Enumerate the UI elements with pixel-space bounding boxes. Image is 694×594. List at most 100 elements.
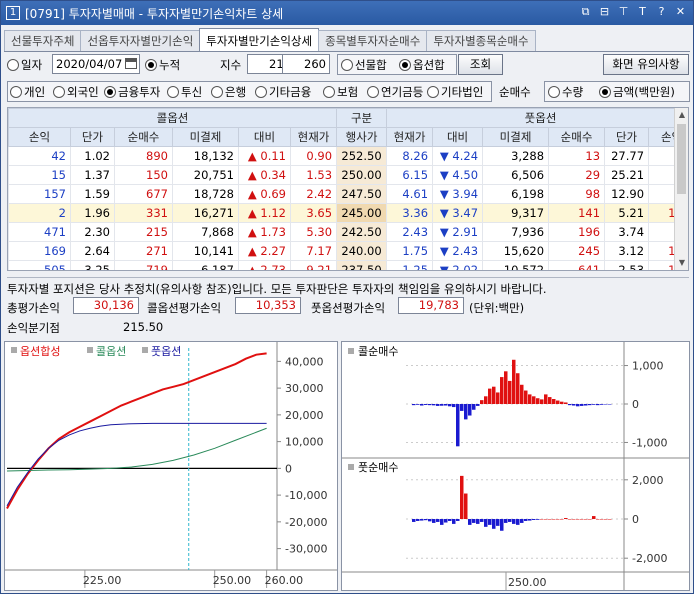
down-arrow-icon: ▼: [439, 187, 449, 201]
bar: [488, 388, 492, 404]
tab-investor-expiry-pnl-detail[interactable]: 투자자별만기손익상세: [199, 28, 320, 51]
investor-radio-other-corp[interactable]: 기타법인: [427, 84, 483, 100]
investor-radio-insurance[interactable]: 보험: [323, 84, 358, 100]
put-pnl-value: 19,783: [398, 297, 464, 314]
investor-row: 개인 외국인 금융투자 투신 은행 기타금융 보험 연기금등 기타법인 순매수 …: [7, 81, 691, 103]
bar: [556, 400, 560, 404]
bar: [424, 404, 428, 405]
call-header: 콜옵션: [8, 108, 338, 128]
cumulative-radio[interactable]: 누적: [145, 57, 180, 73]
table-cell: ▼ 2.43: [432, 241, 484, 261]
calendar-icon[interactable]: [125, 58, 137, 69]
pin-icon[interactable]: ⊤: [617, 5, 630, 19]
x-tick-label: 260.00: [265, 574, 304, 587]
table-cell: ▲ 0.34: [238, 165, 291, 185]
column-header: 현재가: [386, 127, 434, 147]
close-icon[interactable]: ✕: [674, 5, 687, 19]
date-input[interactable]: 2020/04/07: [52, 54, 140, 74]
table-cell: 1.02: [70, 146, 115, 166]
down-arrow-icon: ▼: [439, 149, 449, 163]
qty-radio[interactable]: 수량: [548, 84, 583, 100]
table-row[interactable]: 505 3.25 719 6,187 ▲ 2.73 9.21 237.50 1.25 ▼ 2.0…: [8, 260, 688, 270]
table-cell: ▲ 1.73: [238, 222, 291, 242]
table-row[interactable]: 471 2.30 215 7,868 ▲ 1.73 5.30 242.50 2.43 ▼ 2.9…: [8, 222, 688, 242]
table-scrollbar[interactable]: ▲ ▼: [674, 108, 688, 270]
bar: [500, 377, 504, 404]
tab-option-expiry-pnl[interactable]: 선옵투자자별만기손익: [80, 30, 201, 51]
table-cell: 271: [114, 241, 173, 261]
x-tick-label: 250.00: [508, 576, 547, 589]
breakeven-value: 215.50: [123, 320, 164, 334]
date-radio[interactable]: 일자: [7, 57, 42, 73]
dock-icon[interactable]: ⊟: [598, 5, 611, 19]
amount-radio[interactable]: 금액(백만원): [599, 84, 675, 100]
investor-radio-other-finance[interactable]: 기타금융: [255, 84, 311, 100]
scroll-down-icon[interactable]: ▼: [675, 256, 688, 270]
total-pnl-label: 총평가손익: [7, 301, 60, 315]
table-cell: 890: [114, 146, 173, 166]
table-cell: ▲ 1.12: [238, 203, 291, 223]
y-tick-label: -30,000: [285, 543, 327, 556]
table-cell: 6.15: [386, 165, 434, 185]
column-header: 현재가: [289, 127, 338, 147]
scroll-up-icon[interactable]: ▲: [675, 108, 688, 122]
investor-radio-foreign[interactable]: 외국인: [53, 84, 99, 100]
column-header: 대비: [238, 127, 291, 147]
column-header: 손익: [8, 127, 71, 147]
bar: [536, 398, 540, 404]
panel-title: 콜순매수: [358, 345, 398, 358]
table-row[interactable]: 2 1.96 331 16,271 ▲ 1.12 3.65 245.00 3.36 ▼ 3.47…: [8, 203, 688, 223]
index-to-input[interactable]: 260: [282, 54, 330, 74]
panel-title: 풋순매수: [358, 461, 398, 474]
notice-button[interactable]: 화면 유의사항: [603, 54, 689, 75]
bar: [592, 404, 596, 405]
table-cell: 3.25: [70, 260, 115, 270]
bar: [516, 373, 520, 404]
bar: [452, 404, 456, 408]
table-cell: 2.30: [70, 222, 115, 242]
column-header: 단가: [604, 127, 650, 147]
help-icon[interactable]: ?: [655, 5, 668, 19]
up-arrow-icon: ▲: [247, 168, 257, 182]
table-row[interactable]: 15 1.37 150 20,751 ▲ 0.34 1.53 250.00 6.15 ▼ 4.5…: [8, 165, 688, 185]
investor-radio-financial[interactable]: 금융투자: [104, 84, 160, 100]
bar: [572, 519, 576, 520]
table-cell: 3.74: [604, 222, 650, 242]
investor-radio-trust[interactable]: 투신: [167, 84, 202, 100]
link-icon[interactable]: ⧉: [579, 5, 592, 19]
tab-futures-investors[interactable]: 선물투자주체: [4, 30, 82, 51]
table-cell: 1.53: [289, 165, 338, 185]
bar: [604, 519, 608, 520]
bar: [464, 404, 468, 420]
table-cell: 641: [548, 260, 606, 270]
table-cell: ▼ 3.47: [432, 203, 484, 223]
investor-radio-individual[interactable]: 개인: [10, 84, 45, 100]
table-cell: ▼ 2.91: [432, 222, 484, 242]
bar: [448, 519, 452, 521]
scroll-thumb[interactable]: [677, 124, 686, 194]
up-arrow-icon: ▲: [247, 225, 257, 239]
investor-radio-pension[interactable]: 연기금등: [367, 84, 423, 100]
y-tick-label: 0: [632, 513, 639, 526]
tab-item-investor-netbuy[interactable]: 종목별투자자순매수: [318, 30, 428, 51]
bar: [504, 371, 508, 404]
table-cell: 169: [8, 241, 71, 261]
table-cell: 505: [8, 260, 71, 270]
bar: [456, 519, 460, 521]
table-cell: 2.53: [604, 260, 650, 270]
table-cell: ▲ 0.69: [238, 184, 291, 204]
y-tick-label: 0: [285, 462, 292, 475]
bar: [508, 519, 512, 522]
options-sum-radio[interactable]: 옵션합: [399, 57, 445, 73]
table-row[interactable]: 169 2.64 271 10,141 ▲ 2.27 7.17 240.00 1.75 ▼ 2.…: [8, 241, 688, 261]
table-row[interactable]: 157 1.59 677 18,728 ▲ 0.69 2.42 247.50 4.61 ▼ 3.…: [8, 184, 688, 204]
table-row[interactable]: 42 1.02 890 18,132 ▲ 0.11 0.90 252.50 8.26 ▼ 4.2…: [8, 146, 688, 166]
tab-investor-item-netbuy[interactable]: 투자자별종목순매수: [426, 30, 536, 51]
investor-radio-bank[interactable]: 은행: [211, 84, 246, 100]
futures-sum-radio[interactable]: 선물합: [341, 57, 387, 73]
query-button[interactable]: 조회: [458, 54, 503, 75]
font-size-icon[interactable]: T: [636, 5, 649, 19]
table-cell: 98: [548, 184, 606, 204]
bar: [452, 519, 456, 524]
bar: [480, 400, 484, 404]
